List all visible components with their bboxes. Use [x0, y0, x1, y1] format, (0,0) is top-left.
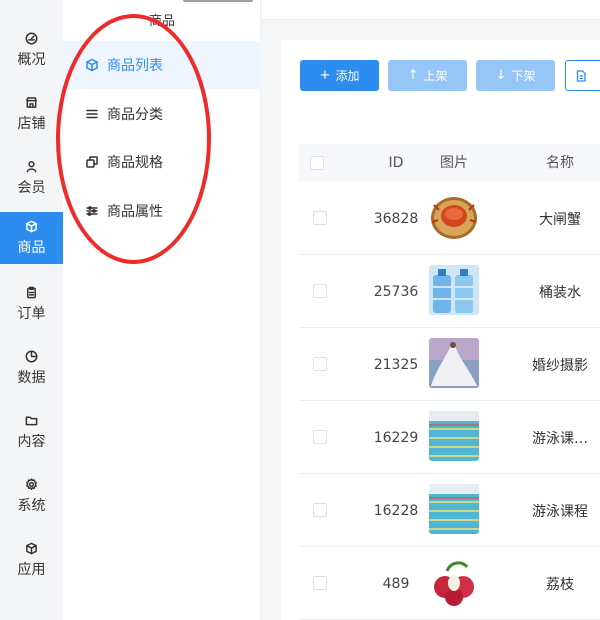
rail-item-store[interactable]: 店铺: [0, 88, 63, 140]
submenu-item-label: 商品列表: [107, 58, 163, 74]
submenu-top-decoration: [183, 0, 253, 2]
product-thumbnail-lychee[interactable]: [429, 557, 479, 607]
column-header-image: 图片: [440, 155, 468, 171]
arrow-down-icon: ↓: [495, 68, 507, 83]
rail-item-label: 系统: [17, 497, 46, 514]
product-thumbnail-water[interactable]: [429, 265, 479, 315]
column-header-name: 名称: [546, 155, 574, 171]
row-checkbox[interactable]: [313, 503, 327, 517]
submenu-item-product-attribute[interactable]: 商品属性: [63, 187, 261, 235]
product-thumbnail-crab[interactable]: [429, 192, 479, 242]
product-thumbnail-wedding[interactable]: [429, 338, 479, 388]
rail-item-orders[interactable]: 订单: [0, 278, 63, 330]
submenu-item-product-category[interactable]: 商品分类: [63, 90, 261, 138]
cube-icon: [86, 58, 98, 72]
rail-item-products[interactable]: 商品: [0, 212, 63, 264]
table-row[interactable]: 16228 游泳课程: [299, 474, 600, 547]
export-button[interactable]: [565, 60, 600, 91]
row-id: 25736: [373, 283, 419, 300]
rail-item-label: 商品: [17, 239, 46, 256]
row-checkbox[interactable]: [313, 211, 327, 225]
plus-icon: +: [319, 68, 331, 83]
cube-icon: [26, 542, 37, 554]
crab-image: [429, 192, 479, 242]
cube-icon: [26, 220, 37, 232]
submenu-title: 商品: [148, 14, 175, 29]
rail-item-label: 内容: [17, 433, 46, 450]
gear-icon: [26, 477, 37, 490]
submenu-item-label: 商品规格: [107, 155, 163, 171]
copy-icon: [86, 156, 98, 168]
product-list-card: + 添加 ↑ 上架 ↓ 下架 ID 图片 名称 ‹ 36828: [281, 40, 600, 620]
rail-item-label: 数据: [17, 369, 46, 386]
on-shelf-button-label: 上架: [423, 69, 448, 83]
wedding-photo-image: [429, 338, 479, 388]
table-row[interactable]: 21325 婚纱摄影: [299, 328, 600, 401]
submenu-item-product-list[interactable]: 商品列表: [63, 41, 261, 89]
rail-item-content[interactable]: 内容: [0, 406, 63, 458]
product-thumbnail-pool[interactable]: [429, 411, 479, 461]
row-id: 16228: [373, 502, 419, 519]
row-id: 16229: [373, 429, 419, 446]
row-name: 游泳课程: [532, 503, 588, 520]
swimming-pool-image: [429, 411, 479, 461]
on-shelf-button[interactable]: ↑ 上架: [388, 60, 467, 91]
rail-item-overview[interactable]: 概况: [0, 24, 63, 76]
rail-item-label: 店铺: [17, 115, 46, 132]
rail-item-system[interactable]: 系统: [0, 470, 63, 522]
row-id: 489: [382, 575, 410, 592]
product-submenu: 商品 商品列表 商品分类 商品规格 商品属性: [63, 0, 261, 620]
row-name: 游泳课…: [532, 430, 588, 447]
store-icon: [26, 96, 37, 108]
pie-chart-icon: [25, 350, 38, 362]
row-name: 荔枝: [546, 576, 574, 593]
row-checkbox[interactable]: [313, 284, 327, 298]
submenu-item-label: 商品分类: [107, 107, 163, 123]
add-button-label: 添加: [335, 69, 360, 83]
main-nav-rail: 概况 店铺 会员 商品 订单 数据 内容 系统 应用: [0, 0, 63, 620]
lychee-image: [429, 557, 479, 607]
rail-item-data[interactable]: 数据: [0, 342, 63, 394]
document-icon: [576, 69, 586, 82]
folder-icon: [25, 416, 38, 425]
select-all-checkbox[interactable]: [310, 156, 324, 170]
rail-item-label: 会员: [17, 179, 46, 196]
rail-item-label: 应用: [17, 561, 46, 578]
water-bottle-image: [429, 265, 479, 315]
user-icon: [26, 160, 37, 172]
row-id: 21325: [373, 356, 419, 373]
rail-item-label: 概况: [17, 51, 46, 68]
row-name: 婚纱摄影: [532, 357, 588, 374]
product-thumbnail-pool[interactable]: [429, 484, 479, 534]
row-checkbox[interactable]: [313, 430, 327, 444]
table-row[interactable]: 16229 游泳课…: [299, 401, 600, 474]
row-checkbox[interactable]: [313, 357, 327, 371]
submenu-item-product-spec[interactable]: 商品规格: [63, 138, 261, 186]
top-header: [262, 0, 600, 20]
row-name: 桶装水: [539, 284, 581, 301]
table-row[interactable]: 25736 桶装水: [299, 255, 600, 328]
sliders-icon: [86, 206, 98, 216]
list-icon: [86, 109, 98, 119]
table-header: ID 图片 名称 ‹: [299, 144, 600, 182]
off-shelf-button[interactable]: ↓ 下架: [476, 60, 555, 91]
row-name: 大闸蟹: [539, 211, 581, 228]
arrow-up-icon: ↑: [407, 68, 419, 83]
rail-item-apps[interactable]: 应用: [0, 534, 63, 586]
off-shelf-button-label: 下架: [511, 69, 536, 83]
rail-item-members[interactable]: 会员: [0, 152, 63, 204]
row-checkbox[interactable]: [313, 576, 327, 590]
table-row[interactable]: 36828 大闸蟹: [299, 182, 600, 255]
add-button[interactable]: + 添加: [300, 60, 379, 91]
row-id: 36828: [373, 210, 419, 227]
clipboard-icon: [27, 286, 36, 298]
dashboard-icon: [25, 32, 38, 44]
rail-item-label: 订单: [17, 305, 46, 322]
swimming-pool-image: [429, 484, 479, 534]
table-row[interactable]: 489 荔枝: [299, 547, 600, 620]
submenu-item-label: 商品属性: [107, 204, 163, 220]
